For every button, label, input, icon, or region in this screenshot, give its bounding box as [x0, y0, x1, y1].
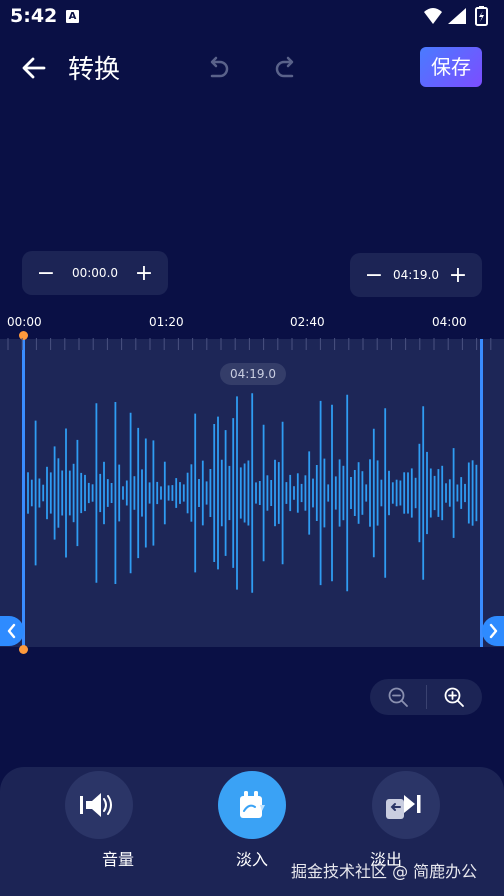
waveform [27, 393, 478, 593]
ruler-tick-label: 00:00 [7, 315, 42, 329]
end-time-minus-button[interactable]: − [362, 263, 386, 288]
start-time-value: 00:00.0 [71, 266, 119, 280]
volume-icon [80, 793, 112, 817]
end-marker-line[interactable] [480, 339, 483, 647]
end-time-plus-button[interactable]: + [446, 263, 470, 288]
wifi-icon [424, 8, 442, 24]
notification-icon: A [66, 10, 79, 23]
signal-icon [448, 8, 466, 24]
chevron-left-icon [7, 623, 16, 639]
start-time-stepper: − 00:00.0 + [22, 251, 168, 295]
save-button[interactable]: 保存 [420, 47, 482, 87]
battery-icon [475, 6, 488, 26]
start-time-minus-button[interactable]: − [34, 261, 58, 286]
end-time-value: 04:19.0 [392, 268, 440, 282]
end-trim-handle[interactable] [482, 616, 504, 646]
back-arrow-icon[interactable] [18, 52, 50, 84]
fade-in-tool-label: 淡入 [235, 850, 268, 869]
timeline-ruler [7, 338, 492, 350]
start-time-plus-button[interactable]: + [132, 261, 156, 286]
volume-tool-button[interactable] [65, 771, 133, 839]
undo-icon[interactable] [204, 54, 232, 82]
fade-in-icon [240, 791, 265, 818]
end-time-stepper: − 04:19.0 + [350, 253, 482, 297]
fade-in-tool-button[interactable] [218, 771, 286, 839]
volume-tool-label: 音量 [101, 850, 134, 869]
fade-out-tool-button[interactable] [372, 771, 440, 839]
ruler-tick-label: 02:40 [290, 315, 325, 329]
status-time: 5:42 [10, 5, 58, 27]
zoom-in-icon [444, 687, 465, 707]
fade-out-icon [386, 795, 421, 819]
start-marker-dot[interactable] [19, 645, 28, 654]
ruler-tick-label: 04:00 [432, 315, 467, 329]
start-marker-line[interactable] [22, 336, 25, 650]
zoom-control [370, 679, 482, 715]
zoom-out-icon [388, 687, 408, 707]
status-icons [424, 6, 488, 26]
watermark-text: 掘金技术社区 @ 简鹿办公 [291, 862, 478, 881]
zoom-in-button[interactable] [426, 679, 482, 715]
zoom-out-button[interactable] [370, 679, 426, 715]
chevron-right-icon [489, 623, 498, 639]
page-title: 转换 [68, 55, 121, 85]
ruler-tick-label: 01:20 [149, 315, 184, 329]
duration-badge: 04:19.0 [220, 363, 286, 385]
redo-icon[interactable] [272, 54, 300, 82]
